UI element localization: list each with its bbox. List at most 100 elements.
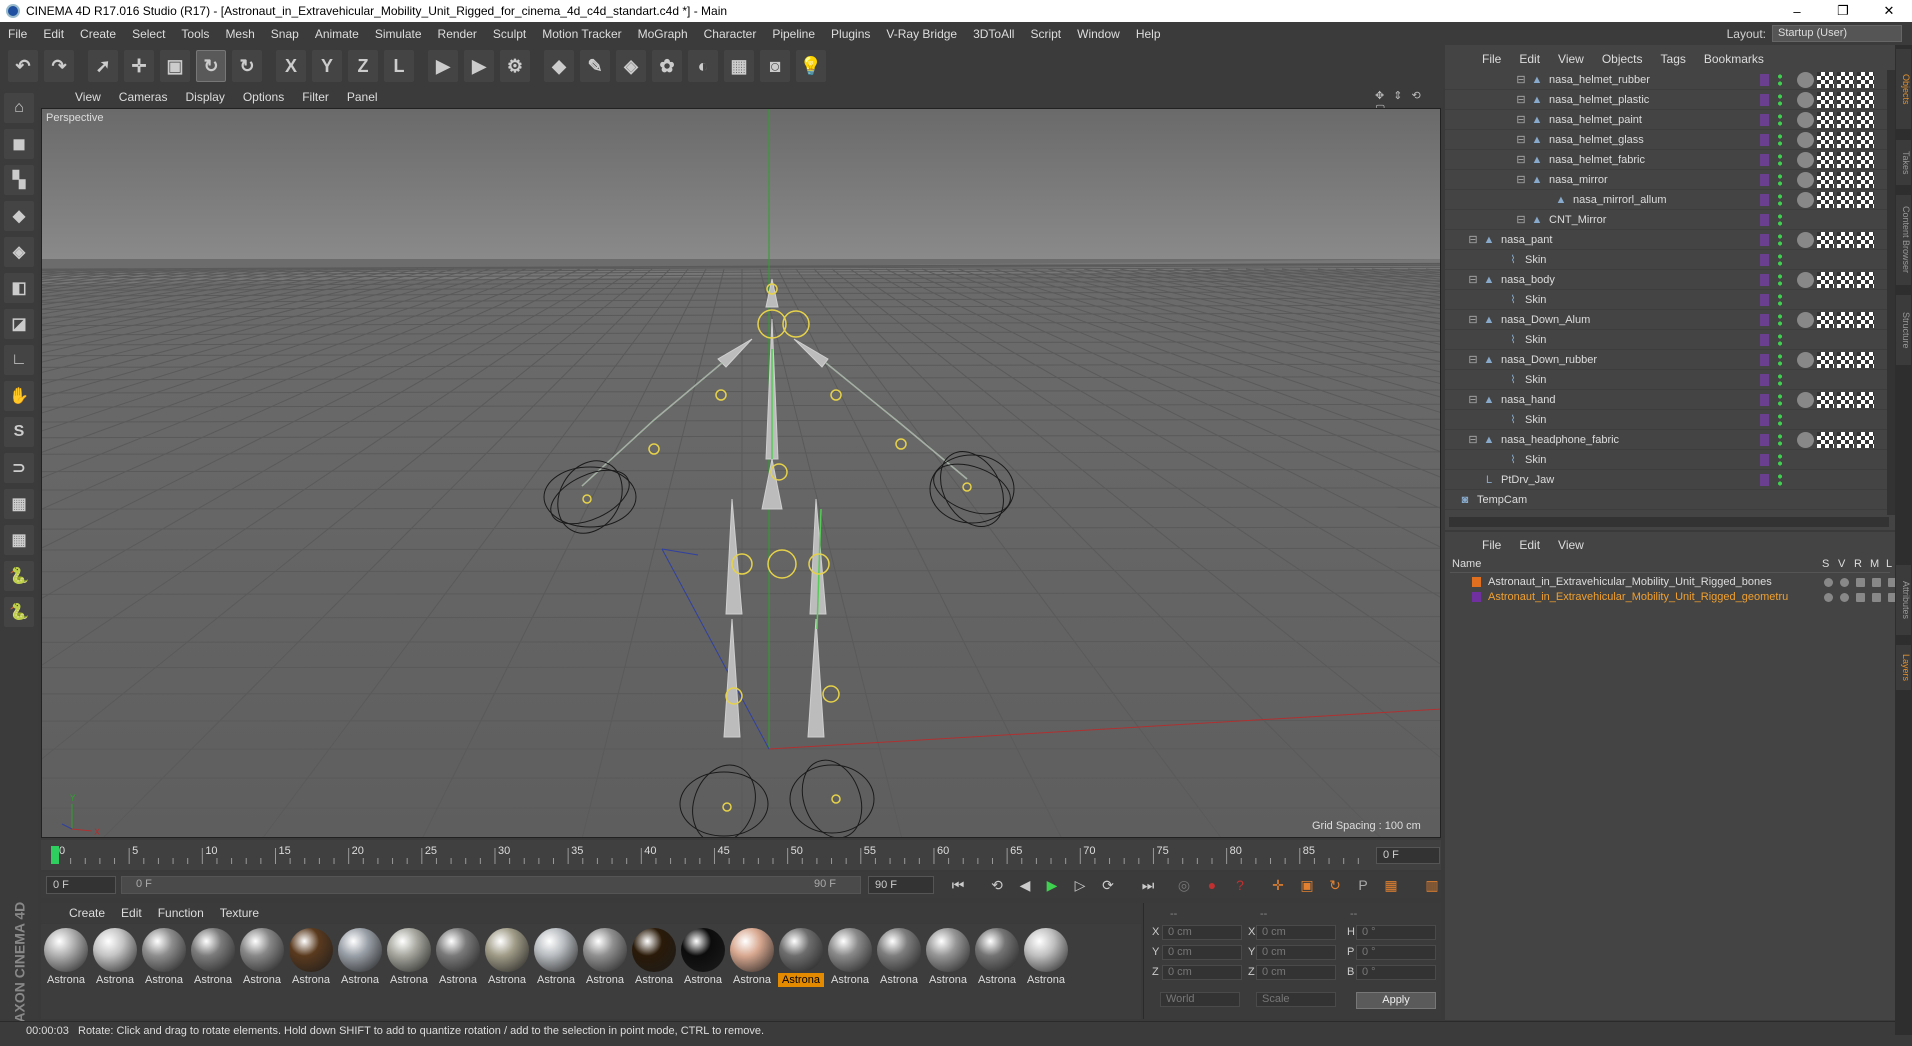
render-picture-viewer-button[interactable]: ▶ xyxy=(464,50,494,82)
previous-key-button[interactable]: ⟲ xyxy=(985,874,1009,896)
layer-color-icon[interactable] xyxy=(1760,233,1769,246)
layer-color-icon[interactable] xyxy=(1760,293,1769,306)
floor-button[interactable]: ▦ xyxy=(724,50,754,82)
deformer-button[interactable]: ◐ xyxy=(688,50,718,82)
material-tag-icon[interactable] xyxy=(1837,271,1854,288)
layer-color-icon[interactable] xyxy=(1760,113,1769,126)
object-vscrollbar[interactable] xyxy=(1887,70,1895,515)
layer-render-icon[interactable] xyxy=(1856,578,1865,587)
autokey-icon[interactable]: ◎ xyxy=(1172,874,1196,896)
phong-tag-icon[interactable] xyxy=(1797,191,1814,208)
visibility-dots-icon[interactable] xyxy=(1777,152,1783,167)
object-row[interactable]: ⊟ ▲ nasa_Down_rubber xyxy=(1445,350,1887,370)
material-tag-icon[interactable] xyxy=(1817,231,1834,248)
material-tag-icon[interactable] xyxy=(1857,311,1874,328)
snap-icon[interactable]: ⊃ xyxy=(4,453,34,483)
expand-toggle-icon[interactable]: ⊟ xyxy=(1515,74,1527,86)
scale-key-icon[interactable]: ▣ xyxy=(1295,874,1319,896)
coord-z-field[interactable]: 0 cm xyxy=(1162,965,1242,980)
visibility-dots-icon[interactable] xyxy=(1777,432,1783,447)
minimize-button[interactable]: – xyxy=(1774,0,1820,22)
object-menu-objects[interactable]: Objects xyxy=(1593,52,1652,66)
layer-color-icon[interactable] xyxy=(1760,213,1769,226)
pla-key-icon[interactable]: ▦ xyxy=(1379,874,1403,896)
material-tag-icon[interactable] xyxy=(1837,231,1854,248)
material-swatch[interactable]: Astrona xyxy=(484,928,530,986)
object-row[interactable]: ⊟ ▲ nasa_headphone_fabric xyxy=(1445,430,1887,450)
object-row[interactable]: ⊟ ▲ nasa_helmet_rubber xyxy=(1445,70,1887,90)
material-swatch[interactable]: Astrona xyxy=(386,928,432,986)
menu-edit[interactable]: Edit xyxy=(35,27,72,41)
side-tab-content-browser[interactable]: Content Browser xyxy=(1896,195,1911,285)
expand-toggle-icon[interactable]: ⊟ xyxy=(1467,314,1479,326)
layout-select[interactable]: Startup (User) xyxy=(1772,25,1902,42)
phong-tag-icon[interactable] xyxy=(1797,151,1814,168)
expand-toggle-icon[interactable]: ⊟ xyxy=(1467,394,1479,406)
timeline-ruler[interactable]: 051015202530354045505560657075808590 xyxy=(41,840,1441,870)
phong-tag-icon[interactable] xyxy=(1797,351,1814,368)
material-tag-icon[interactable] xyxy=(1857,351,1874,368)
menu-character[interactable]: Character xyxy=(696,27,765,41)
viewport-menu-options[interactable]: Options xyxy=(234,90,293,104)
material-tag-icon[interactable] xyxy=(1857,131,1874,148)
texture-mode-icon[interactable]: ▚ xyxy=(4,165,34,195)
phong-tag-icon[interactable] xyxy=(1797,91,1814,108)
coord-x-field[interactable]: 0 cm xyxy=(1256,925,1336,940)
material-swatch[interactable]: Astrona xyxy=(778,928,824,987)
frame-range-slider[interactable]: 0 F 90 F xyxy=(121,876,861,894)
next-frame-button[interactable]: ▷ xyxy=(1068,874,1092,896)
cube-object-button[interactable]: ◆ xyxy=(544,50,574,82)
record-key-icon[interactable]: ● xyxy=(1200,874,1224,896)
end-frame-field[interactable]: 90 F xyxy=(868,876,934,894)
visibility-dots-icon[interactable] xyxy=(1777,312,1783,327)
coord-z-field[interactable]: 0 cm xyxy=(1256,965,1336,980)
layer-color-icon[interactable] xyxy=(1760,93,1769,106)
points-mode-icon[interactable]: ◆ xyxy=(4,201,34,231)
layer-color-icon[interactable] xyxy=(1760,473,1769,486)
render-view-button[interactable]: ▶ xyxy=(428,50,458,82)
layer-color-icon[interactable] xyxy=(1760,353,1769,366)
axis-mode-icon[interactable]: ∟ xyxy=(4,345,34,375)
object-menu-edit[interactable]: Edit xyxy=(1510,52,1549,66)
material-swatch[interactable]: Astrona xyxy=(288,928,334,986)
material-swatch[interactable]: Astrona xyxy=(43,928,89,986)
material-tag-icon[interactable] xyxy=(1817,191,1834,208)
visibility-dots-icon[interactable] xyxy=(1777,272,1783,287)
scale-tool[interactable]: ▣ xyxy=(160,50,190,82)
coord-scale-select[interactable]: Scale xyxy=(1256,992,1336,1007)
material-tag-icon[interactable] xyxy=(1837,71,1854,88)
object-row[interactable]: L PtDrv_Jaw xyxy=(1445,470,1887,490)
material-swatch[interactable]: Astrona xyxy=(729,928,775,986)
object-row[interactable]: ⊟ ▲ nasa_helmet_paint xyxy=(1445,110,1887,130)
menu-motion-tracker[interactable]: Motion Tracker xyxy=(534,27,629,41)
material-swatch[interactable]: Astrona xyxy=(337,928,383,986)
coord-h-field[interactable]: 0 ° xyxy=(1356,925,1436,940)
phong-tag-icon[interactable] xyxy=(1797,311,1814,328)
object-row[interactable]: ◙ TempCam xyxy=(1445,490,1887,510)
object-row[interactable]: ⊟ ▲ nasa_body xyxy=(1445,270,1887,290)
material-tag-icon[interactable] xyxy=(1837,171,1854,188)
expand-toggle-icon[interactable]: ⊟ xyxy=(1515,114,1527,126)
coord-y-field[interactable]: 0 cm xyxy=(1162,945,1242,960)
object-row[interactable]: ⊟ ▲ nasa_hand xyxy=(1445,390,1887,410)
material-tag-icon[interactable] xyxy=(1817,131,1834,148)
viewport-menu-filter[interactable]: Filter xyxy=(293,90,338,104)
material-swatch[interactable]: Astrona xyxy=(435,928,481,986)
material-swatch[interactable]: Astrona xyxy=(141,928,187,986)
object-menu-bookmarks[interactable]: Bookmarks xyxy=(1695,52,1773,66)
material-tag-icon[interactable] xyxy=(1857,271,1874,288)
coord-x-field[interactable]: 0 cm xyxy=(1162,925,1242,940)
layer-color-icon[interactable] xyxy=(1760,433,1769,446)
viewport-menu-panel[interactable]: Panel xyxy=(338,90,387,104)
menu-pipeline[interactable]: Pipeline xyxy=(764,27,823,41)
x-axis-lock[interactable]: X xyxy=(276,50,306,82)
phong-tag-icon[interactable] xyxy=(1797,231,1814,248)
layer-color-icon[interactable] xyxy=(1760,193,1769,206)
maximize-button[interactable]: ❐ xyxy=(1820,0,1866,22)
material-tag-icon[interactable] xyxy=(1857,191,1874,208)
layer-solo-icon[interactable] xyxy=(1824,578,1833,587)
material-tag-icon[interactable] xyxy=(1817,311,1834,328)
visibility-dots-icon[interactable] xyxy=(1777,332,1783,347)
material-swatch[interactable]: Astrona xyxy=(876,928,922,986)
side-tab-attributes[interactable]: Attributes xyxy=(1896,565,1911,635)
